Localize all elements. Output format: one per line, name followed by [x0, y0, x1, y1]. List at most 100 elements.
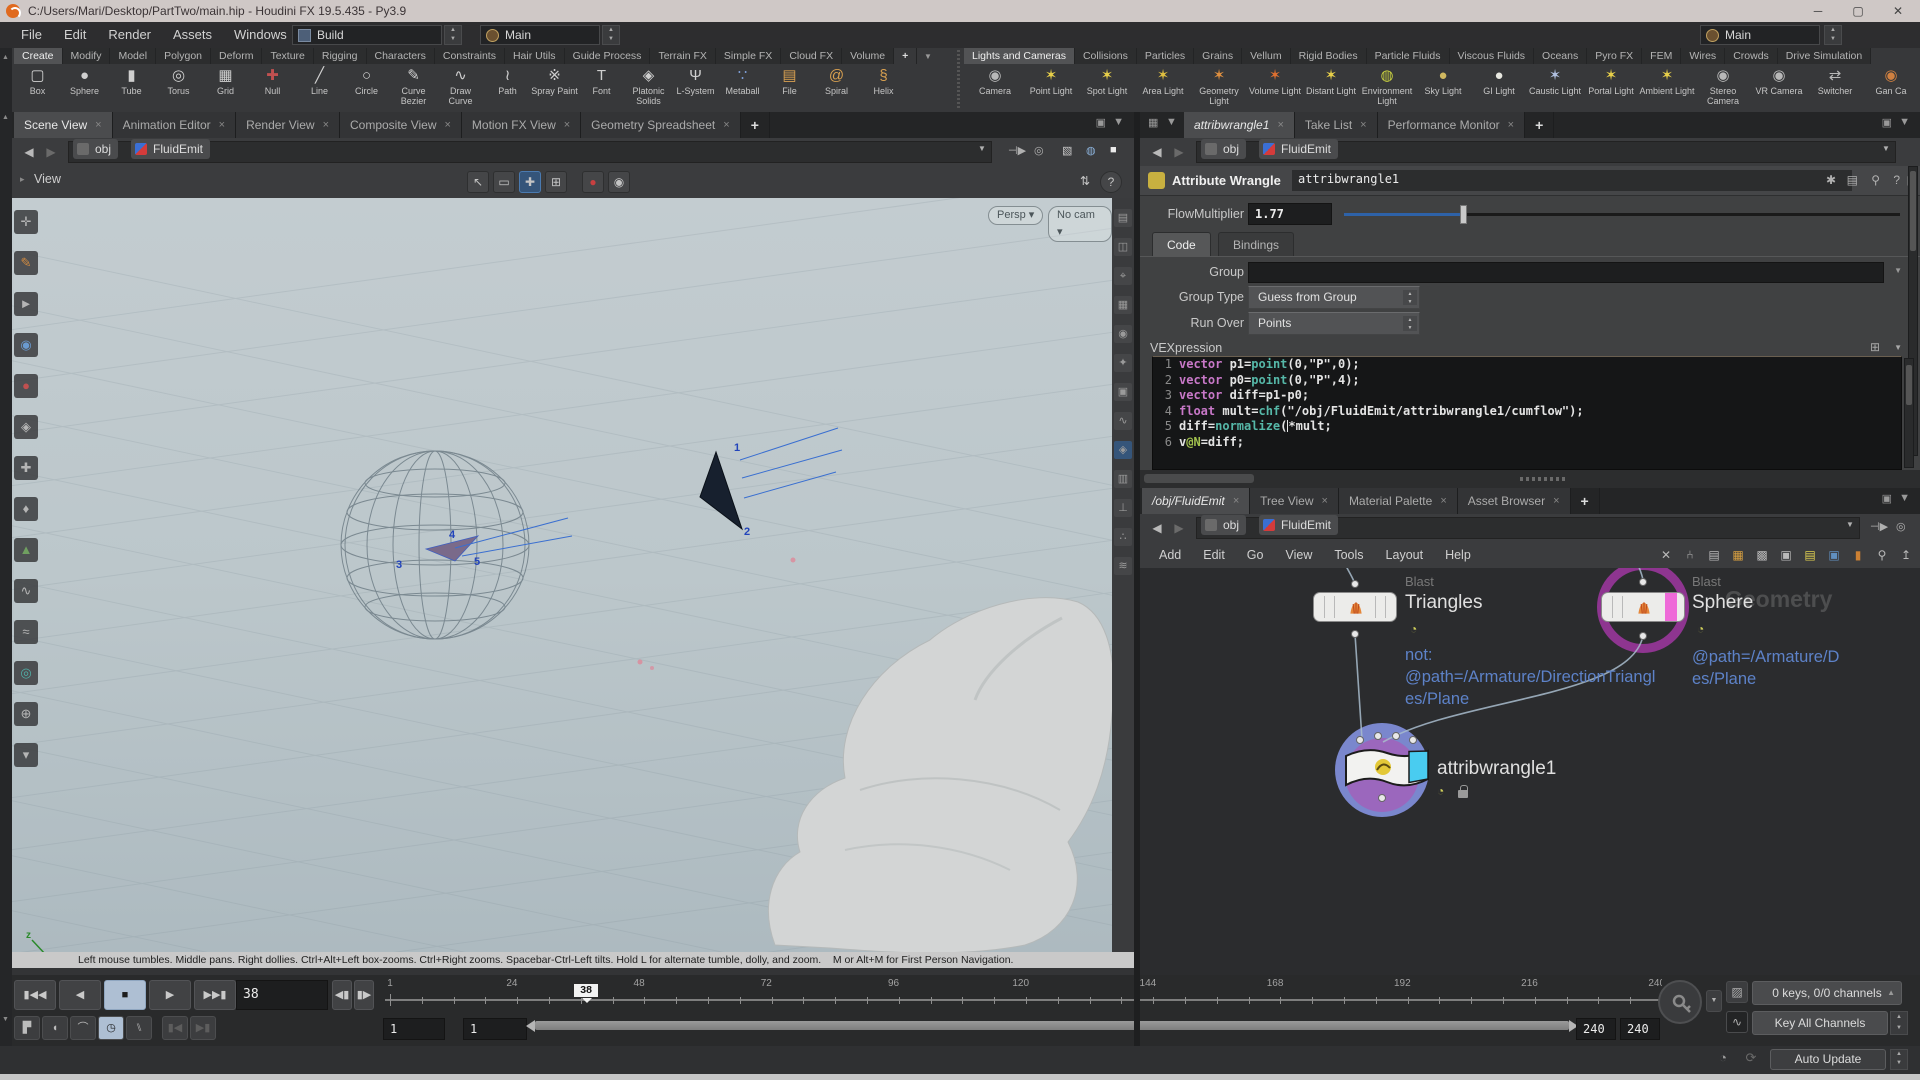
- close-icon[interactable]: ×: [1233, 495, 1239, 507]
- shelf-tab[interactable]: Particles: [1137, 48, 1194, 64]
- menu-item[interactable]: Help: [1434, 542, 1482, 568]
- shelf-tool[interactable]: ◎ Torus: [155, 64, 202, 112]
- move-tool-icon[interactable]: ✚: [519, 171, 541, 193]
- pane-menu-arrow-icon[interactable]: ▼: [1113, 116, 1124, 128]
- pin-icon[interactable]: ⊣▶: [1870, 520, 1888, 533]
- memory-icon[interactable]: ◔: [1712, 1050, 1734, 1070]
- shelf-tab[interactable]: Viscous Fluids: [1450, 48, 1535, 64]
- follow-icon[interactable]: ◎: [1896, 520, 1906, 533]
- pane-tab[interactable]: +: [741, 112, 770, 138]
- list-view-icon[interactable]: ▤: [1704, 545, 1724, 565]
- maximize-button[interactable]: ▢: [1838, 0, 1878, 22]
- shelf-tab[interactable]: Rigid Bodies: [1291, 48, 1367, 64]
- shelf-tool[interactable]: ● Sky Light: [1415, 64, 1471, 112]
- close-button[interactable]: ✕: [1878, 0, 1918, 22]
- shelf-tab[interactable]: Drive Simulation: [1778, 48, 1871, 64]
- breadcrumb-root[interactable]: obj: [1201, 139, 1246, 159]
- select-arrow-icon[interactable]: ↖: [467, 171, 489, 193]
- sort-icon[interactable]: ⇅: [1074, 171, 1096, 193]
- shelf-tab[interactable]: Deform: [211, 48, 262, 64]
- shelf-tool[interactable]: ※ Spray Paint: [531, 64, 578, 112]
- current-frame-flag[interactable]: 38: [573, 983, 599, 998]
- pane-tab[interactable]: Asset Browser×: [1458, 488, 1571, 514]
- shelf-tool[interactable]: ✎ Curve Bezier: [390, 64, 437, 112]
- flow-multiplier-field[interactable]: 1.77: [1248, 203, 1332, 225]
- node-attribwrangle1[interactable]: [1343, 746, 1431, 792]
- node-input-dot[interactable]: [1351, 580, 1359, 588]
- pane-expand-icon[interactable]: ▼: [2, 1016, 9, 1023]
- shelf-tool[interactable]: ✶ Portal Light: [1583, 64, 1639, 112]
- shelf-tab[interactable]: Crowds: [1725, 48, 1778, 64]
- pane-menu-arrow-icon[interactable]: ▼: [1166, 116, 1177, 128]
- close-icon[interactable]: ×: [1277, 119, 1283, 131]
- nav-forward-icon[interactable]: ▶: [1170, 519, 1188, 537]
- menu-item[interactable]: Edit: [1192, 542, 1236, 568]
- shelf-tab[interactable]: Pyro FX: [1587, 48, 1642, 64]
- close-icon[interactable]: ×: [1553, 495, 1559, 507]
- step-back-icon[interactable]: ◀▮: [332, 980, 352, 1010]
- background-image-icon[interactable]: ▣: [1824, 545, 1844, 565]
- shelf-tool[interactable]: ◉ Gan Ca: [1863, 64, 1919, 112]
- scene-selector[interactable]: Main: [480, 25, 600, 45]
- snapshot-cube-icon[interactable]: ▧: [1062, 144, 1072, 157]
- shelf-tab[interactable]: Terrain FX: [650, 48, 715, 64]
- menu-item[interactable]: Edit: [53, 22, 97, 48]
- pose-icon[interactable]: ♦: [14, 497, 38, 521]
- language-dropdown-icon[interactable]: ▼: [1894, 343, 1902, 352]
- path-dropdown-icon[interactable]: ▼: [1882, 144, 1890, 153]
- shelf-tab[interactable]: Oceans: [1534, 48, 1587, 64]
- pane-tab[interactable]: attribwrangle1×: [1184, 112, 1295, 138]
- play-button[interactable]: ▶: [149, 980, 191, 1010]
- shelf-tab[interactable]: Wires: [1681, 48, 1725, 64]
- scene-spinner[interactable]: ▲▼: [602, 25, 620, 45]
- vex-code-editor[interactable]: 1vector p1=point(0,"P",0);2vector p0=poi…: [1152, 356, 1902, 470]
- arc-mode-icon[interactable]: ⌒: [70, 1016, 96, 1040]
- node-input-dot[interactable]: [1374, 732, 1382, 740]
- node-input-dot[interactable]: [1639, 578, 1647, 586]
- shelf-tool[interactable]: ✶ Ambient Light: [1639, 64, 1695, 112]
- node-output-dot[interactable]: [1639, 632, 1647, 640]
- step-forward-icon[interactable]: ▮▶: [354, 980, 374, 1010]
- path-dropdown-icon[interactable]: ▼: [1846, 520, 1854, 529]
- shelf-tool[interactable]: ✶ Area Light: [1135, 64, 1191, 112]
- right-desktop-selector[interactable]: Main: [1700, 25, 1820, 45]
- nav-back-icon[interactable]: ◀: [1148, 519, 1166, 537]
- shelf-tool[interactable]: ∵ Metaball: [719, 64, 766, 112]
- pane-expand-icon[interactable]: ▲: [2, 114, 9, 121]
- node-name-field[interactable]: attribwrangle1: [1292, 170, 1852, 191]
- node-name-label[interactable]: attribwrangle1: [1437, 758, 1556, 780]
- nav-forward-icon[interactable]: ▶: [1170, 143, 1188, 161]
- shelf-tool[interactable]: ▦ Grid: [202, 64, 249, 112]
- slider-handle[interactable]: [1460, 205, 1467, 224]
- jump-end-button[interactable]: ▶▶▮: [194, 980, 236, 1010]
- shelf-tool[interactable]: ◉ VR Camera: [1751, 64, 1807, 112]
- shelf-tool[interactable]: Ψ L-System: [672, 64, 719, 112]
- camera-persp-pill[interactable]: Persp ▾: [988, 206, 1043, 225]
- desktop-selector[interactable]: Build: [292, 25, 442, 45]
- jump-start-button[interactable]: ▮◀◀: [14, 980, 56, 1010]
- normals-icon[interactable]: ⊥: [1114, 499, 1132, 517]
- pane-tab[interactable]: Material Palette×: [1339, 488, 1458, 514]
- quickmark-icon[interactable]: ▣: [1776, 545, 1796, 565]
- shelf-tab[interactable]: Texture: [262, 48, 313, 64]
- pane-expand-icon[interactable]: ▲: [2, 54, 9, 61]
- breadcrumb-root[interactable]: obj: [1201, 515, 1246, 535]
- node-triangles[interactable]: [1313, 592, 1397, 622]
- shelf-tool[interactable]: ✚ Null: [249, 64, 296, 112]
- range-start-field[interactable]: 1: [383, 1018, 445, 1040]
- pane-tab[interactable]: Scene View×: [14, 112, 113, 138]
- shelf-tool[interactable]: ◈ Platonic Solids: [625, 64, 672, 112]
- pane-layout-icon[interactable]: ▣: [1882, 116, 1892, 129]
- menu-item[interactable]: Layout: [1375, 542, 1435, 568]
- terrain-icon[interactable]: ▲: [14, 538, 38, 562]
- pane-menu-arrow-icon[interactable]: ▼: [1899, 116, 1910, 128]
- right-desktop-spinner[interactable]: ▲▼: [1824, 25, 1842, 45]
- follow-icon[interactable]: ◎: [1034, 144, 1044, 157]
- pane-layout-icon[interactable]: ▣: [1096, 116, 1106, 129]
- display-options-icon[interactable]: ▣: [1114, 383, 1132, 401]
- node-sphere[interactable]: [1601, 592, 1685, 622]
- node-name-label[interactable]: Triangles: [1405, 592, 1482, 614]
- presets-icon[interactable]: ▤: [1847, 173, 1858, 187]
- code-scrollbar[interactable]: [1904, 358, 1914, 468]
- settings-icon[interactable]: ▾: [14, 743, 38, 767]
